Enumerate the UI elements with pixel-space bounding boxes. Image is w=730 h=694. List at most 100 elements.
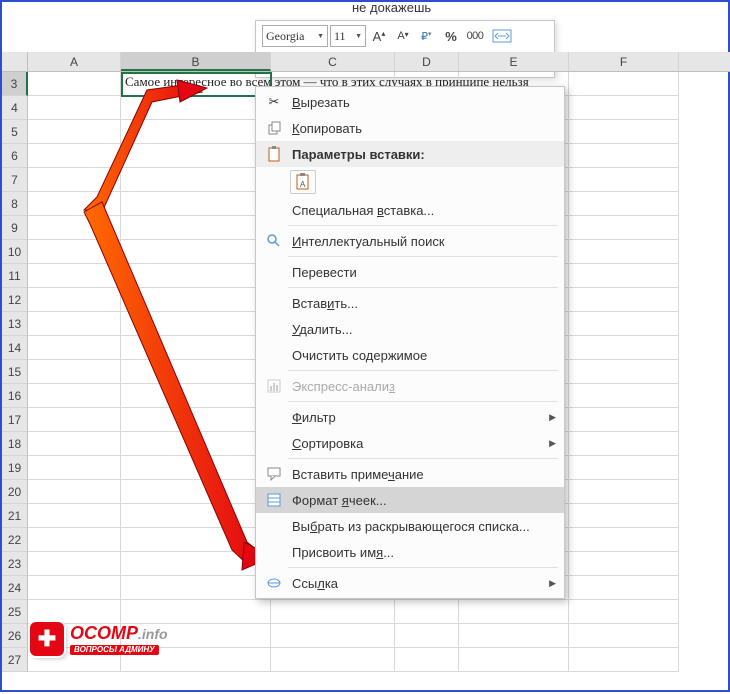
row-header[interactable]: 18 bbox=[2, 432, 28, 456]
cell[interactable] bbox=[28, 240, 121, 264]
comma-style-button[interactable]: 000 bbox=[464, 25, 486, 47]
cell[interactable] bbox=[28, 360, 121, 384]
cell[interactable] bbox=[459, 624, 569, 648]
row-header[interactable]: 21 bbox=[2, 504, 28, 528]
font-size-combo[interactable]: 11 ▼ bbox=[330, 25, 366, 47]
cell[interactable] bbox=[28, 528, 121, 552]
cell[interactable] bbox=[121, 600, 271, 624]
column-header-f[interactable]: F bbox=[569, 52, 679, 71]
menu-translate[interactable]: Перевести bbox=[256, 259, 564, 285]
cell[interactable] bbox=[569, 264, 679, 288]
cell[interactable] bbox=[569, 288, 679, 312]
cell[interactable] bbox=[28, 144, 121, 168]
cell[interactable] bbox=[569, 120, 679, 144]
cell[interactable] bbox=[121, 552, 271, 576]
row-header[interactable]: 19 bbox=[2, 456, 28, 480]
cell[interactable] bbox=[28, 120, 121, 144]
cell[interactable] bbox=[28, 408, 121, 432]
row-header[interactable]: 16 bbox=[2, 384, 28, 408]
cell[interactable] bbox=[569, 168, 679, 192]
menu-sort[interactable]: Сортировка ▶ bbox=[256, 430, 564, 456]
row-header[interactable]: 6 bbox=[2, 144, 28, 168]
cell[interactable] bbox=[569, 600, 679, 624]
cell[interactable] bbox=[569, 624, 679, 648]
row-header[interactable]: 27 bbox=[2, 648, 28, 672]
menu-cut[interactable]: ✂ Вырезать bbox=[256, 89, 564, 115]
menu-pick-from-list[interactable]: Выбрать из раскрывающегося списка... bbox=[256, 513, 564, 539]
menu-paste-default[interactable]: A bbox=[256, 167, 564, 197]
cell[interactable] bbox=[459, 648, 569, 672]
cell[interactable] bbox=[28, 192, 121, 216]
cell[interactable] bbox=[121, 336, 271, 360]
cell[interactable] bbox=[28, 336, 121, 360]
cell[interactable] bbox=[28, 456, 121, 480]
row-header[interactable]: 24 bbox=[2, 576, 28, 600]
cell[interactable] bbox=[121, 264, 271, 288]
cell[interactable] bbox=[395, 648, 459, 672]
decrease-font-button[interactable]: A▾ bbox=[392, 25, 414, 47]
cell[interactable] bbox=[121, 408, 271, 432]
cell[interactable] bbox=[121, 192, 271, 216]
cell[interactable] bbox=[121, 288, 271, 312]
cell[interactable] bbox=[569, 336, 679, 360]
cell[interactable] bbox=[121, 96, 271, 120]
cell[interactable] bbox=[569, 72, 679, 96]
cell[interactable] bbox=[569, 648, 679, 672]
cell[interactable] bbox=[121, 576, 271, 600]
row-header[interactable]: 3 bbox=[2, 72, 28, 96]
select-all-corner[interactable] bbox=[2, 52, 28, 71]
cell[interactable] bbox=[569, 192, 679, 216]
menu-filter[interactable]: Фильтр ▶ bbox=[256, 404, 564, 430]
cell[interactable] bbox=[569, 96, 679, 120]
cell[interactable] bbox=[121, 504, 271, 528]
cell[interactable] bbox=[28, 432, 121, 456]
column-header-a[interactable]: A bbox=[28, 52, 121, 71]
cell[interactable] bbox=[569, 384, 679, 408]
percent-format-button[interactable]: % bbox=[440, 25, 462, 47]
row-header[interactable]: 20 bbox=[2, 480, 28, 504]
cell[interactable] bbox=[28, 600, 121, 624]
cell[interactable] bbox=[28, 576, 121, 600]
cell[interactable] bbox=[569, 528, 679, 552]
menu-paste-special[interactable]: Специальная вставка... bbox=[256, 197, 564, 223]
increase-font-button[interactable]: A▴ bbox=[368, 25, 390, 47]
row-header[interactable]: 22 bbox=[2, 528, 28, 552]
column-header-d[interactable]: D bbox=[395, 52, 459, 71]
row-header[interactable]: 7 bbox=[2, 168, 28, 192]
cell[interactable] bbox=[28, 504, 121, 528]
menu-delete[interactable]: Удалить... bbox=[256, 316, 564, 342]
menu-define-name[interactable]: Присвоить имя... bbox=[256, 539, 564, 565]
menu-format-cells[interactable]: Формат ячеек... bbox=[256, 487, 564, 513]
cell[interactable] bbox=[121, 120, 271, 144]
cell[interactable] bbox=[28, 72, 121, 96]
cell[interactable] bbox=[569, 312, 679, 336]
row-header[interactable]: 17 bbox=[2, 408, 28, 432]
cell[interactable] bbox=[28, 96, 121, 120]
cell[interactable] bbox=[121, 528, 271, 552]
cell[interactable] bbox=[28, 216, 121, 240]
cell[interactable] bbox=[121, 240, 271, 264]
cell[interactable] bbox=[121, 480, 271, 504]
row-header[interactable]: 9 bbox=[2, 216, 28, 240]
cell[interactable] bbox=[569, 432, 679, 456]
cell[interactable] bbox=[28, 480, 121, 504]
cell[interactable] bbox=[569, 480, 679, 504]
cell[interactable] bbox=[121, 432, 271, 456]
font-name-combo[interactable]: Georgia ▼ bbox=[262, 25, 328, 47]
row-header[interactable]: 14 bbox=[2, 336, 28, 360]
menu-smart-lookup[interactable]: Интеллектуальный поиск bbox=[256, 228, 564, 254]
menu-link[interactable]: Ссылка ▶ bbox=[256, 570, 564, 596]
cell[interactable] bbox=[271, 624, 395, 648]
cell[interactable] bbox=[121, 456, 271, 480]
cell[interactable] bbox=[569, 216, 679, 240]
cell[interactable] bbox=[28, 384, 121, 408]
cell[interactable] bbox=[121, 384, 271, 408]
row-header[interactable]: 15 bbox=[2, 360, 28, 384]
cell[interactable] bbox=[569, 576, 679, 600]
menu-insert-comment[interactable]: Вставить примечание bbox=[256, 461, 564, 487]
column-header-e[interactable]: E bbox=[459, 52, 569, 71]
menu-copy[interactable]: Копировать bbox=[256, 115, 564, 141]
row-header[interactable]: 8 bbox=[2, 192, 28, 216]
cell[interactable] bbox=[28, 168, 121, 192]
row-header[interactable]: 13 bbox=[2, 312, 28, 336]
